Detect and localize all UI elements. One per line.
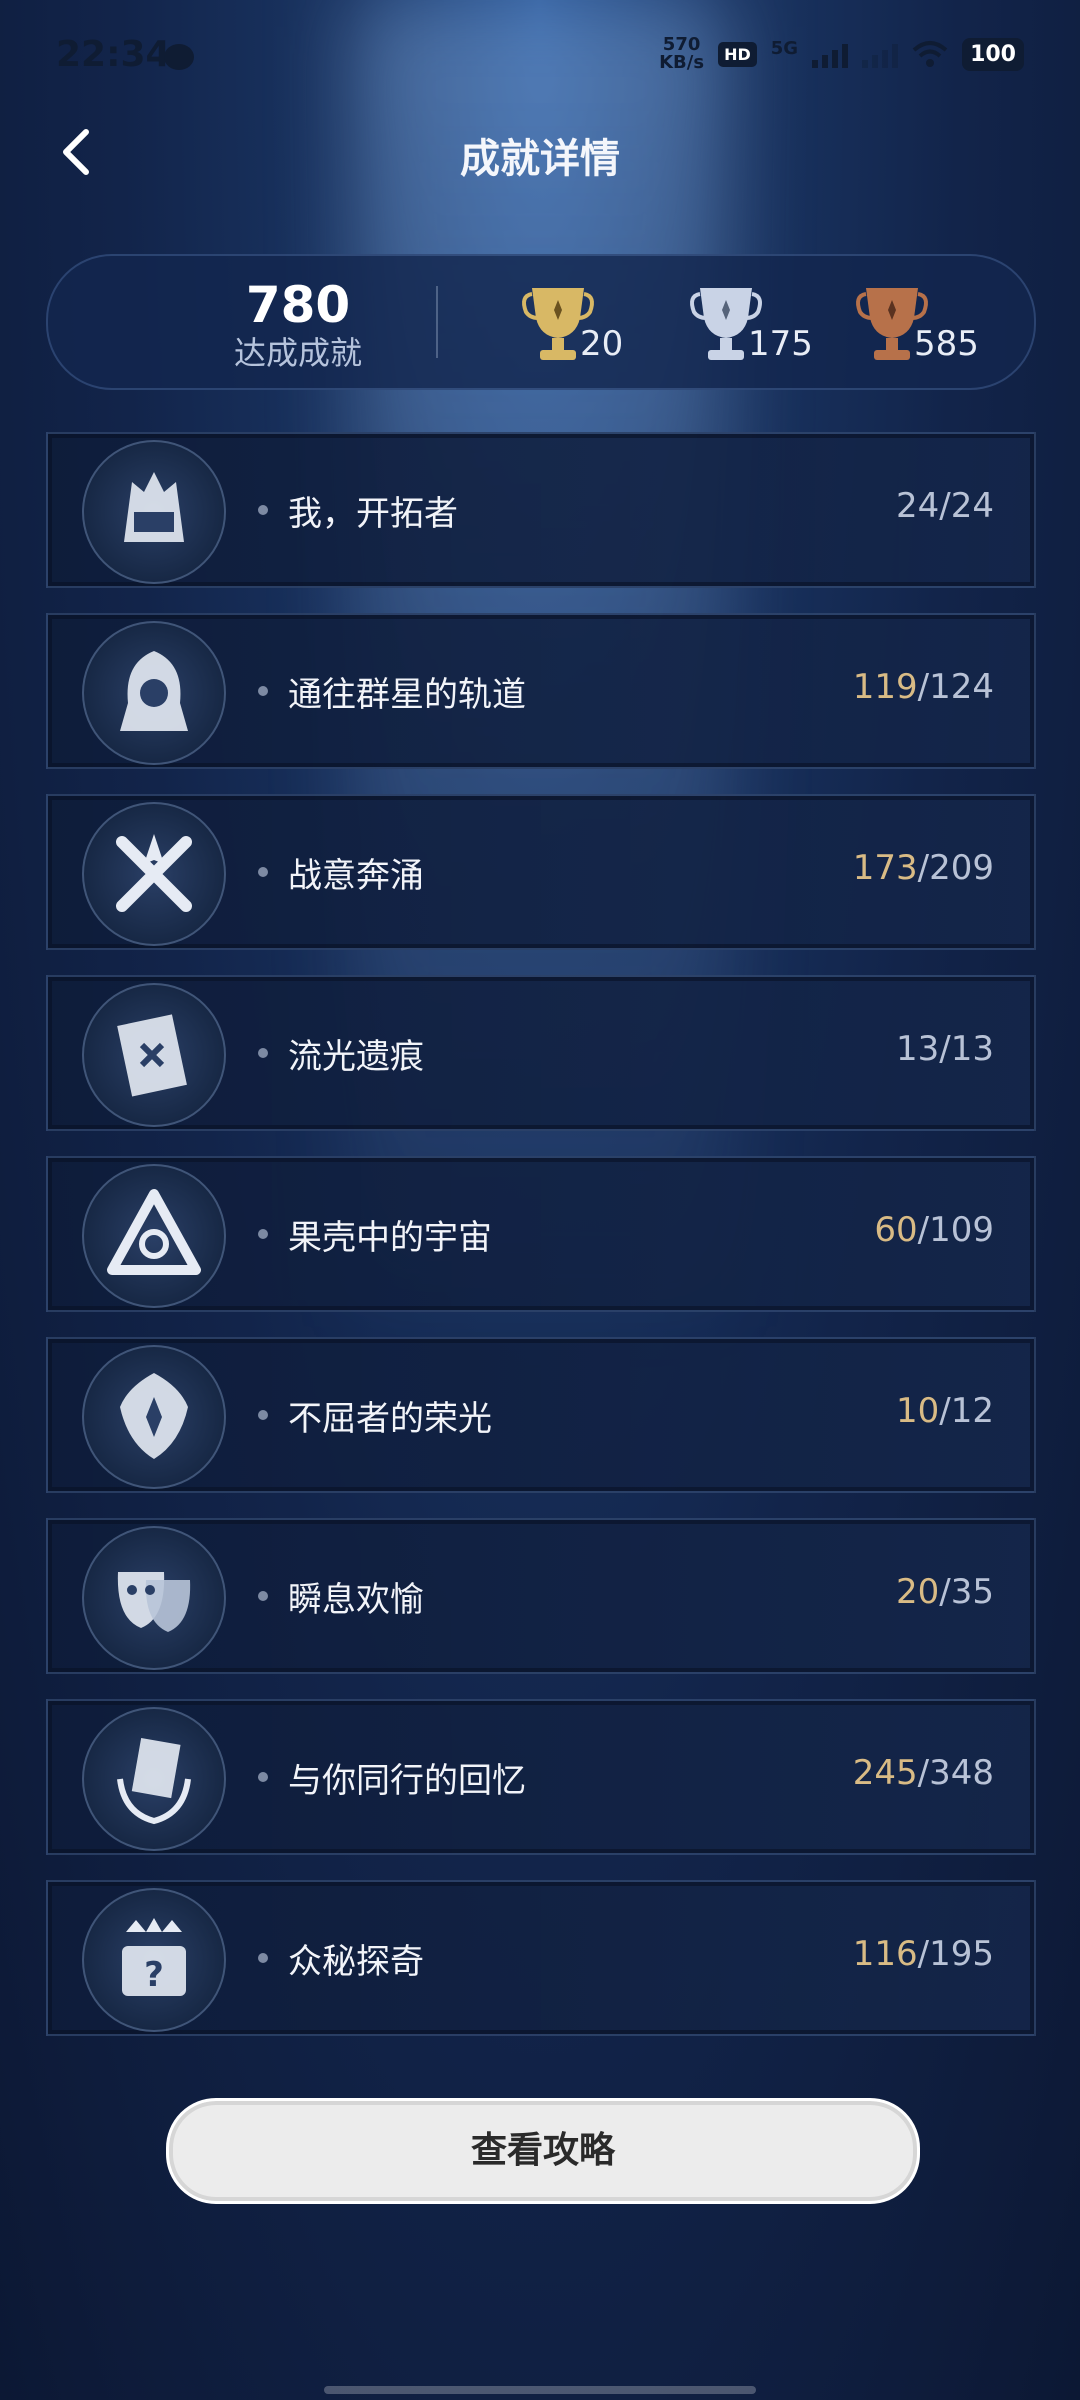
category-name: 果壳中的宇宙 xyxy=(288,1218,492,1258)
progress-current: 60 xyxy=(874,1210,918,1250)
net-speed: 570 KB/s xyxy=(659,36,704,72)
total-achievements-count: 780 xyxy=(245,276,351,334)
signal-strength-icon xyxy=(812,40,849,68)
progress-current: 13 xyxy=(896,1029,940,1069)
progress-total: /348 xyxy=(917,1753,994,1793)
signal-strength-secondary-icon xyxy=(862,40,899,68)
home-indicator[interactable] xyxy=(324,2386,756,2394)
category-card-battle[interactable]: 战意奔涌 173/209 xyxy=(46,794,1036,950)
card-bullet xyxy=(258,686,268,696)
card-bullet xyxy=(258,1953,268,1963)
status-bar: 22:34 570 KB/s HD 5G 100 xyxy=(0,0,1080,110)
category-card-light-traces[interactable]: 流光遗痕 13/13 xyxy=(46,975,1036,1131)
card-bullet xyxy=(258,867,268,877)
category-card-universe-nutshell[interactable]: 果壳中的宇宙 60/109 xyxy=(46,1156,1036,1312)
progress-current: 116 xyxy=(852,1934,918,1974)
net-speed-unit: KB/s xyxy=(659,52,705,73)
category-name: 瞬息欢愉 xyxy=(288,1580,424,1620)
category-card-star-rail[interactable]: 通往群星的轨道 119/124 xyxy=(46,613,1036,769)
progress-current: 119 xyxy=(852,667,918,707)
category-card-unyielding-glory[interactable]: 不屈者的荣光 10/12 xyxy=(46,1337,1036,1493)
total-achievements-label: 达成成就 xyxy=(233,334,362,372)
treasure-chest-icon: ? xyxy=(82,1888,226,2032)
progress-total: /124 xyxy=(917,667,994,707)
achievement-summary: 780 达成成就 20 175 585 xyxy=(46,254,1036,390)
progress-current: 10 xyxy=(896,1391,940,1431)
category-progress: 24/24 xyxy=(896,486,994,526)
train-crest-icon xyxy=(82,440,226,584)
gold-trophy-count: 20 xyxy=(580,324,624,364)
progress-current: 173 xyxy=(852,848,918,888)
ornate-shield-icon xyxy=(82,1345,226,1489)
signal-label: 5G xyxy=(770,37,799,59)
crossed-swords-icon xyxy=(82,802,226,946)
progress-total: /13 xyxy=(939,1029,994,1069)
progress-current: 20 xyxy=(896,1572,940,1612)
triangle-knot-icon xyxy=(82,1164,226,1308)
card-bullet xyxy=(258,505,268,515)
hd-icon: HD xyxy=(718,41,757,67)
category-name: 众秘探奇 xyxy=(288,1942,424,1982)
laurel-letter-icon xyxy=(82,1707,226,1851)
hooded-figure-icon xyxy=(82,621,226,765)
status-indicators: 570 KB/s HD 5G 100 xyxy=(659,36,1024,72)
silver-trophy-count: 175 xyxy=(748,324,813,364)
progress-total: /12 xyxy=(939,1391,994,1431)
view-guide-button[interactable]: 查看攻略 xyxy=(166,2098,920,2204)
category-progress: 116/195 xyxy=(853,1934,994,1974)
progress-total: /24 xyxy=(939,486,994,526)
category-name: 通往群星的轨道 xyxy=(288,675,526,715)
bronze-trophy-count: 585 xyxy=(914,324,979,364)
progress-current: 24 xyxy=(896,486,940,526)
progress-current: 245 xyxy=(852,1753,918,1793)
progress-total: /35 xyxy=(939,1572,994,1612)
category-card-pioneer[interactable]: 我，开拓者 24/24 xyxy=(46,432,1036,588)
category-progress: 13/13 xyxy=(896,1029,994,1069)
message-bubble-icon xyxy=(164,44,194,70)
masks-icon xyxy=(82,1526,226,1670)
status-time: 22:34 xyxy=(56,34,171,75)
wifi-icon xyxy=(912,41,948,67)
svg-text:?: ? xyxy=(144,1955,164,1995)
category-progress: 245/348 xyxy=(853,1753,994,1793)
progress-total: /195 xyxy=(917,1934,994,1974)
card-bullet xyxy=(258,1591,268,1601)
category-name: 流光遗痕 xyxy=(288,1037,424,1077)
category-card-mysteries-explored[interactable]: ? 众秘探奇 116/195 xyxy=(46,1880,1036,2036)
category-name: 我，开拓者 xyxy=(288,494,458,534)
card-bullet xyxy=(258,1229,268,1239)
category-name: 与你同行的回忆 xyxy=(288,1761,526,1801)
category-progress: 20/35 xyxy=(896,1572,994,1612)
category-name: 不屈者的荣光 xyxy=(288,1399,492,1439)
summary-divider xyxy=(436,286,438,358)
card-bullet xyxy=(258,1048,268,1058)
progress-total: /109 xyxy=(917,1210,994,1250)
category-progress: 173/209 xyxy=(853,848,994,888)
battery-icon: 100 xyxy=(962,37,1024,71)
progress-total: /209 xyxy=(917,848,994,888)
category-progress: 10/12 xyxy=(896,1391,994,1431)
scroll-map-icon xyxy=(82,983,226,1127)
category-progress: 119/124 xyxy=(853,667,994,707)
category-progress: 60/109 xyxy=(874,1210,994,1250)
card-bullet xyxy=(258,1410,268,1420)
card-bullet xyxy=(258,1772,268,1782)
category-card-fleeting-joy[interactable]: 瞬息欢愉 20/35 xyxy=(46,1518,1036,1674)
page-title: 成就详情 xyxy=(460,136,620,182)
category-name: 战意奔涌 xyxy=(288,856,424,896)
category-card-memories-together[interactable]: 与你同行的回忆 245/348 xyxy=(46,1699,1036,1855)
